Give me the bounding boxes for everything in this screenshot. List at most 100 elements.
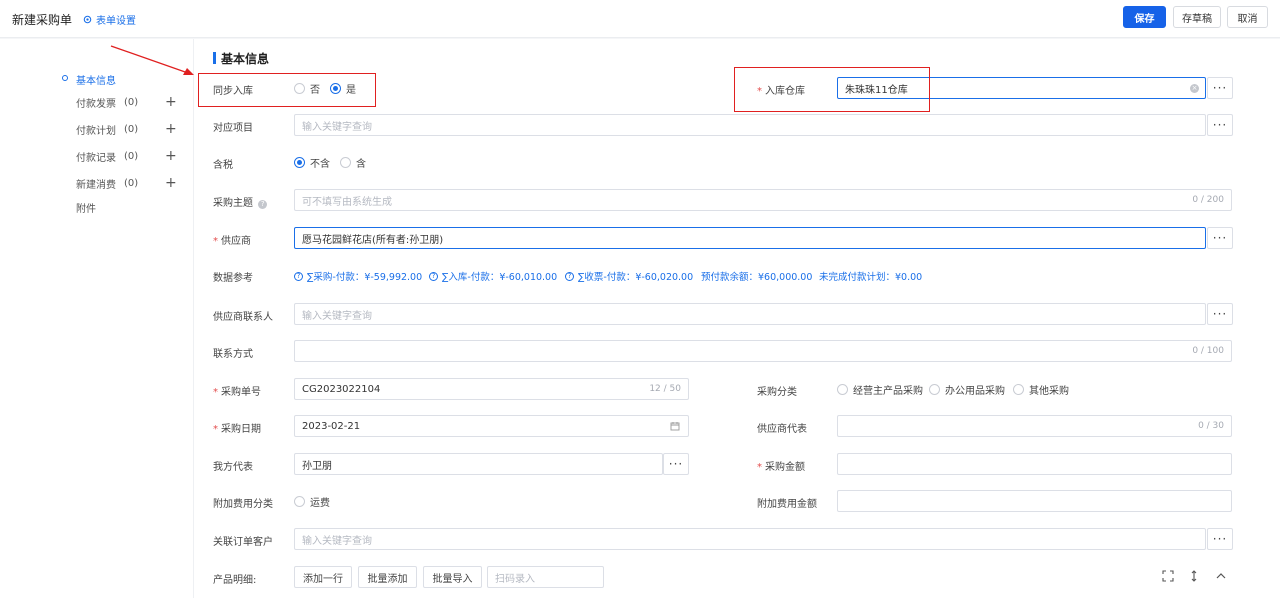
contact-method-input[interactable]: 0 / 100: [294, 340, 1232, 362]
batch-add-button[interactable]: 批量添加: [358, 566, 417, 588]
subject-input[interactable]: 可不填写由系统生成 0 / 200: [294, 189, 1232, 211]
data-ref-invoice-payment[interactable]: ? ∑收票-付款：¥-60,020.00: [565, 269, 693, 283]
contact-method-label: 联系方式: [213, 349, 253, 360]
form-settings-label: 表单设置: [96, 16, 136, 27]
radio-label: 不含: [310, 159, 330, 170]
subject-placeholder: 可不填写由系统生成: [302, 196, 392, 208]
supplier-label: * 供应商: [213, 236, 251, 247]
section-title: 基本信息: [221, 52, 270, 66]
data-ref-prepaid-balance[interactable]: 预付款余额：¥60,000.00: [701, 269, 812, 283]
radio-label: 运费: [310, 498, 330, 509]
product-detail-label: 产品明细:: [213, 575, 257, 586]
sidebar-item-label: 付款记录: [76, 152, 116, 164]
tax-label: 含税: [213, 160, 233, 171]
tax-exclusive-radio[interactable]: 不含: [294, 155, 330, 170]
project-placeholder: 输入关键字查询: [302, 121, 372, 133]
extra-fee-amount-input[interactable]: [837, 490, 1232, 512]
save-draft-button[interactable]: 存草稿: [1173, 6, 1221, 28]
annotation-box-warehouse: [734, 67, 930, 112]
fullscreen-icon[interactable]: [1162, 570, 1174, 582]
sidebar-item-label: 付款计划: [76, 125, 116, 137]
annotation-box-sync-stock: [198, 73, 376, 107]
sidebar-item-label: 新建消费: [76, 179, 116, 191]
radio-label: 办公用品采购: [945, 386, 1005, 397]
subject-counter: 0 / 200: [1192, 195, 1224, 205]
linked-customer-input[interactable]: 输入关键字查询: [294, 528, 1206, 550]
supplier-more-button[interactable]: ···: [1207, 227, 1233, 249]
sidebar-item-new-expense[interactable]: 新建消费 (0): [76, 175, 138, 191]
save-button[interactable]: 保存: [1123, 6, 1166, 28]
supplier-contact-more-button[interactable]: ···: [1207, 303, 1233, 325]
contact-method-counter: 0 / 100: [1192, 346, 1224, 356]
project-input[interactable]: 输入关键字查询: [294, 114, 1206, 136]
purchase-date-value: 2023-02-21: [302, 420, 361, 432]
subject-label: 采购主题 ?: [213, 194, 268, 209]
supplier-contact-input[interactable]: 输入关键字查询: [294, 303, 1206, 325]
sidebar-item-label: 附件: [76, 203, 96, 215]
category-other-radio[interactable]: 其他采购: [1013, 382, 1069, 397]
extra-fee-amount-label: 附加费用金额: [757, 499, 817, 510]
our-rep-field[interactable]: 孙卫朋: [294, 453, 663, 475]
supplier-contact-placeholder: 输入关键字查询: [302, 310, 372, 322]
help-circle-icon: ?: [294, 271, 303, 281]
project-more-button[interactable]: ···: [1207, 114, 1233, 136]
gear-icon: [83, 15, 92, 24]
purchase-date-picker[interactable]: 2023-02-21: [294, 415, 689, 437]
sidebar-item-count: (0): [124, 177, 139, 189]
tax-inclusive-radio[interactable]: 含: [340, 155, 366, 170]
sidebar-item-payment-invoice[interactable]: 付款发票 (0): [76, 94, 138, 110]
linked-customer-more-button[interactable]: ···: [1207, 528, 1233, 550]
our-rep-more-button[interactable]: ···: [663, 453, 689, 475]
supplier-value: 愿马花园鲜花店(所有者:孙卫朋): [302, 234, 444, 246]
radio-circle: [837, 384, 848, 395]
sidebar-item-basic-info[interactable]: 基本信息: [76, 71, 116, 87]
warehouse-more-button[interactable]: ···: [1207, 77, 1233, 99]
radio-label: 经营主产品采购: [853, 386, 923, 397]
page-title: 新建采购单: [12, 13, 73, 27]
add-payment-record-icon[interactable]: +: [165, 149, 177, 163]
amount-input[interactable]: [837, 453, 1232, 475]
add-new-expense-icon[interactable]: +: [165, 176, 177, 190]
add-payment-plan-icon[interactable]: +: [165, 122, 177, 136]
sidebar-item-count: (0): [124, 96, 139, 108]
chevron-up-icon[interactable]: [1215, 570, 1227, 582]
scan-placeholder: 扫码录入: [495, 573, 535, 585]
sidebar-item-label: 付款发票: [76, 98, 116, 110]
category-office-supplies-radio[interactable]: 办公用品采购: [929, 382, 1005, 397]
expand-vertical-icon[interactable]: [1188, 570, 1200, 582]
category-main-product-radio[interactable]: 经营主产品采购: [837, 382, 923, 397]
supplier-contact-label: 供应商联系人: [213, 312, 273, 323]
clear-icon[interactable]: ×: [1190, 83, 1199, 93]
add-row-button[interactable]: 添加一行: [294, 566, 352, 588]
data-ref-open-plans[interactable]: 未完成付款计划：¥0.00: [819, 269, 922, 283]
order-no-label: * 采购单号: [213, 387, 261, 398]
sidebar-item-payment-plan[interactable]: 付款计划 (0): [76, 121, 138, 137]
radio-circle: [929, 384, 940, 395]
data-ref-label: 数据参考: [213, 273, 253, 284]
cancel-button[interactable]: 取消: [1227, 6, 1268, 28]
top-bar: 新建采购单 表单设置 保存 存草稿 取消: [0, 0, 1280, 38]
data-ref-stock-payment[interactable]: ? ∑入库-付款：¥-60,010.00: [429, 269, 557, 283]
radio-circle: [294, 496, 305, 507]
help-icon[interactable]: ?: [258, 200, 268, 209]
calendar-icon: [670, 422, 680, 431]
batch-import-button[interactable]: 批量导入: [423, 566, 482, 588]
supplier-rep-input[interactable]: 0 / 30: [837, 415, 1232, 437]
radio-circle-checked: [294, 157, 305, 168]
sidebar-item-count: (0): [124, 150, 139, 162]
data-ref-purchase-payment[interactable]: ? ∑采购-付款：¥-59,992.00: [294, 269, 422, 283]
supplier-field[interactable]: 愿马花园鲜花店(所有者:孙卫朋): [294, 227, 1206, 249]
supplier-rep-label: 供应商代表: [757, 424, 807, 435]
radio-circle: [1013, 384, 1024, 395]
help-circle-icon: ?: [429, 271, 438, 281]
our-rep-label: 我方代表: [213, 462, 253, 473]
amount-label: * 采购金额: [757, 462, 805, 473]
help-circle-icon: ?: [565, 271, 574, 281]
sidebar-item-payment-record[interactable]: 付款记录 (0): [76, 148, 138, 164]
scan-input[interactable]: 扫码录入: [487, 566, 604, 588]
add-payment-invoice-icon[interactable]: +: [165, 95, 177, 109]
order-no-input[interactable]: CG2023022104 12 / 50: [294, 378, 689, 400]
sidebar-item-attachment[interactable]: 附件: [76, 199, 96, 215]
extra-fee-freight-radio[interactable]: 运费: [294, 494, 330, 509]
form-settings-link[interactable]: 表单设置: [83, 12, 136, 27]
